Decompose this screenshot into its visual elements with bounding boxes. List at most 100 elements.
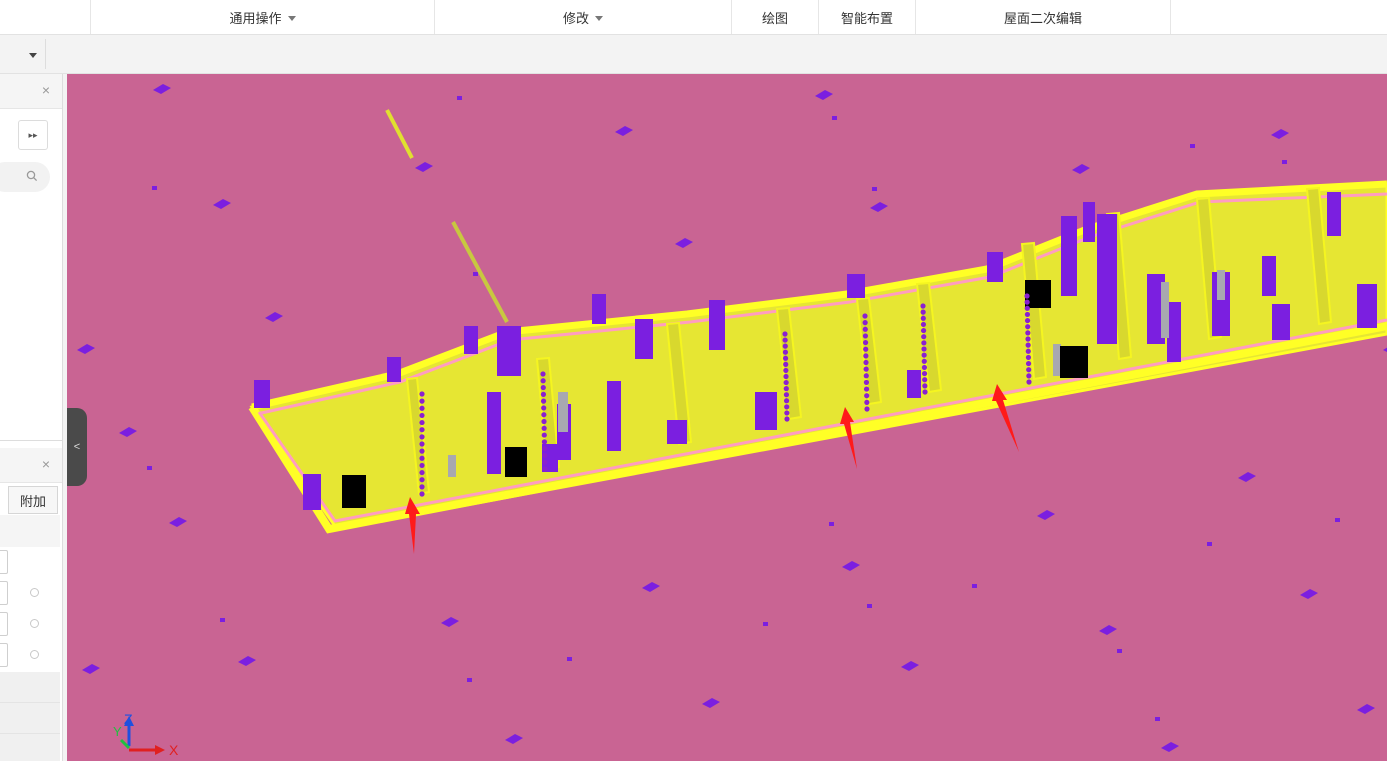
rebar-bead	[542, 452, 548, 459]
property-field[interactable]	[0, 550, 8, 574]
rebar-marker-small	[147, 466, 152, 470]
floor-selector-dropdown[interactable]	[0, 39, 46, 69]
rebar-bead	[1025, 336, 1031, 342]
rebar-bead	[862, 333, 869, 339]
search-icon	[26, 170, 38, 182]
rebar-bead	[921, 352, 927, 358]
rebar-marker-small	[972, 584, 977, 588]
left-side-panel: × ▸▸ × 附加	[0, 74, 63, 761]
3d-viewport[interactable]: Z Y X	[67, 74, 1387, 761]
rebar-bead	[862, 313, 868, 319]
rebar-marker	[82, 664, 100, 674]
property-group-row[interactable]	[0, 734, 60, 761]
tab-attach[interactable]: 附加	[8, 486, 58, 514]
property-radio[interactable]	[30, 588, 39, 597]
rebar-bead	[419, 441, 425, 447]
rebar-bead	[1025, 354, 1032, 361]
rebar-bead	[1025, 342, 1031, 348]
rebar-bead	[541, 425, 547, 431]
rebar-bead	[1025, 348, 1031, 354]
rebar-bead	[1026, 373, 1032, 379]
rebar-bead	[920, 327, 927, 334]
rebar-bead	[419, 391, 425, 397]
rebar-marker	[1383, 347, 1387, 352]
rebar-marker	[1238, 472, 1256, 482]
building-model-3d-view	[77, 84, 1387, 752]
rebar-bead	[541, 418, 547, 425]
rebar-bead	[1024, 299, 1030, 305]
rebar-bead	[540, 378, 546, 384]
rebar-marker-small	[1282, 160, 1287, 164]
property-field[interactable]	[0, 643, 8, 667]
panel-header-properties: ×	[0, 448, 62, 483]
property-field[interactable]	[0, 612, 8, 636]
rebar-bead	[920, 309, 926, 315]
rebar-bead	[782, 355, 789, 361]
rebar-marker	[1271, 129, 1289, 139]
rebar-marker	[441, 617, 459, 627]
rebar-bead	[542, 459, 548, 465]
rebar-bead	[419, 419, 425, 426]
stray-beam	[385, 109, 414, 159]
chevron-down-icon	[287, 15, 296, 21]
rebar-marker-small	[829, 522, 834, 526]
close-icon[interactable]: ×	[42, 82, 50, 98]
ribbon-group-roof-edit[interactable]: 屋面二次编辑	[915, 0, 1171, 34]
ribbon-group-draw[interactable]: 绘图	[731, 0, 818, 34]
property-radio[interactable]	[30, 619, 39, 628]
rebar-bead	[921, 346, 927, 352]
rebar-bead	[782, 349, 789, 355]
property-group-row[interactable]	[0, 703, 60, 734]
ribbon-group-label: 修改	[562, 10, 589, 26]
rebar-bead	[1026, 379, 1032, 385]
rebar-bead	[419, 398, 425, 404]
search-input[interactable]	[0, 162, 50, 192]
rebar-marker	[1099, 625, 1117, 635]
expand-button[interactable]: ▸▸	[18, 120, 48, 150]
rebar-bead	[419, 448, 425, 454]
collapse-panel-tab[interactable]: <	[67, 408, 87, 486]
rebar-marker	[870, 202, 888, 212]
rebar-marker	[615, 126, 633, 136]
rebar-marker	[815, 90, 833, 100]
rebar-bead	[864, 399, 870, 405]
rebar-marker	[1300, 589, 1318, 599]
close-icon[interactable]: ×	[42, 456, 50, 472]
ribbon-group-general-ops[interactable]: 通用操作	[90, 0, 434, 34]
rebar-marker	[153, 84, 171, 94]
rebar-bead	[540, 371, 546, 377]
axis-gizmo: Z Y X	[107, 710, 197, 761]
panel-divider	[0, 440, 62, 441]
axis-label-x: X	[169, 742, 179, 758]
rebar-bead	[540, 398, 547, 404]
rebar-bead	[1025, 360, 1032, 367]
rebar-bead	[419, 412, 425, 419]
rebar-marker	[213, 199, 231, 209]
rebar-bead	[922, 377, 928, 383]
rebar-bead	[419, 462, 425, 469]
rebar-bead	[784, 410, 790, 416]
rebar-marker-small	[467, 678, 472, 682]
rebar-marker-small	[1155, 717, 1160, 721]
ribbon-group-label: 屋面二次编辑	[1003, 10, 1082, 26]
rebar-marker-small	[1117, 649, 1122, 653]
rebar-bead	[784, 404, 790, 410]
property-radio[interactable]	[30, 650, 39, 659]
rebar-marker-small	[872, 187, 877, 191]
rebar-bead	[419, 405, 425, 411]
rebar-bead	[419, 491, 425, 497]
rebar-bead	[542, 466, 548, 472]
rebar-bead	[863, 366, 869, 372]
rebar-marker-small	[763, 622, 768, 626]
ribbon-group-modify[interactable]: 修改	[434, 0, 731, 34]
rebar-bead	[419, 455, 425, 461]
rebar-bead	[540, 391, 547, 397]
rebar-bead	[862, 339, 869, 346]
property-field[interactable]	[0, 581, 8, 605]
rebar-bead	[921, 334, 927, 340]
ribbon-group-smart-layout[interactable]: 智能布置	[818, 0, 915, 34]
rebar-bead	[920, 315, 926, 321]
axis-indicator-icon: Z Y X	[113, 711, 179, 758]
property-group-row[interactable]	[0, 672, 60, 703]
ribbon-group-label: 智能布置	[840, 10, 893, 26]
